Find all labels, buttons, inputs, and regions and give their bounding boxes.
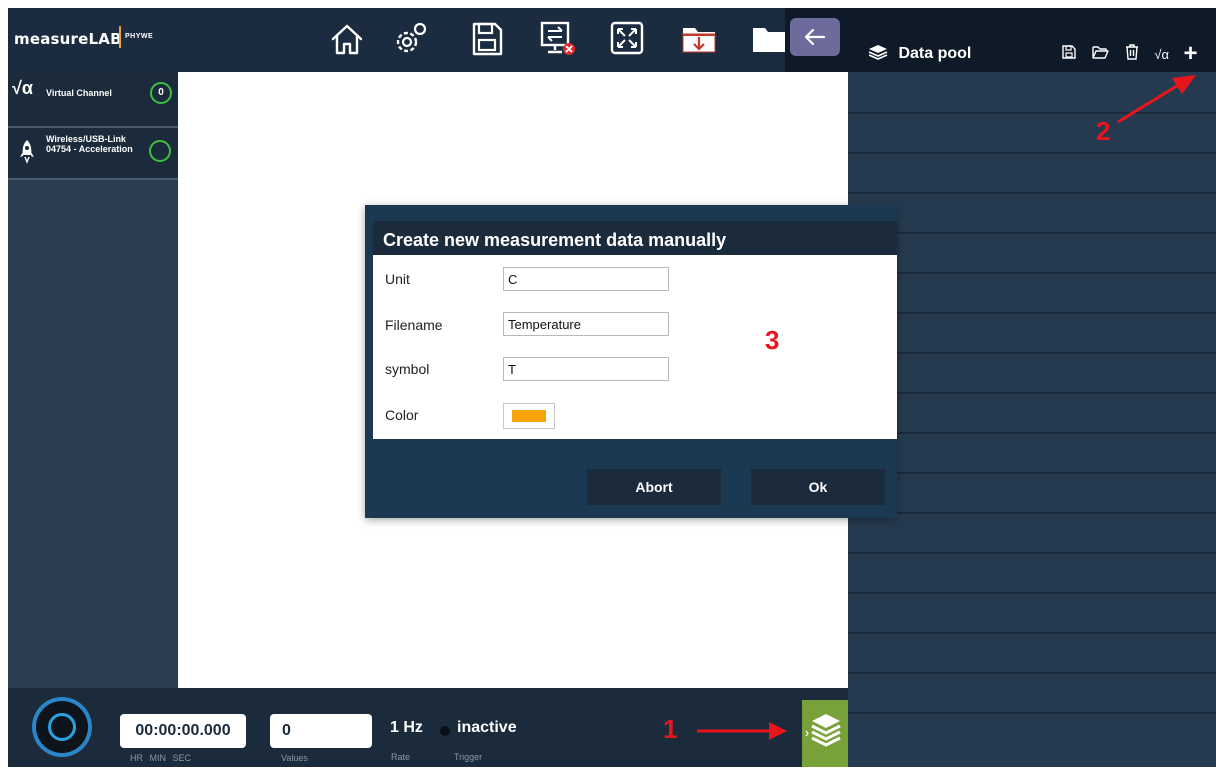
layers-icon	[868, 45, 888, 60]
create-data-dialog: Create new measurement data manually Uni…	[365, 205, 897, 518]
home-icon[interactable]	[326, 18, 368, 60]
data-pool-toggle-button[interactable]	[802, 700, 848, 767]
rate-value[interactable]: 1 Hz	[390, 719, 423, 737]
fullscreen-icon[interactable]	[606, 18, 648, 60]
virtual-channel-button[interactable]: √α	[1154, 47, 1169, 62]
color-swatch-fill	[512, 410, 546, 422]
unit-label: Unit	[385, 271, 410, 287]
annotation-arrow-1	[697, 722, 787, 740]
trigger-label: Trigger	[454, 752, 483, 762]
app-logo: measureLAB	[14, 30, 122, 48]
disconnect-icon[interactable]	[536, 18, 578, 60]
annotation-arrow-2	[1117, 75, 1196, 124]
values-count-display: 0	[270, 714, 372, 748]
dialog-form: Unit Filename symbol Color 3	[373, 255, 897, 439]
record-icon	[48, 713, 76, 741]
data-pool-list[interactable]	[848, 72, 1216, 767]
timer-display: 00:00:00.000	[120, 714, 246, 748]
color-picker[interactable]	[503, 403, 555, 429]
symbol-input[interactable]	[503, 357, 669, 381]
channel-count-badge: 0	[150, 82, 172, 104]
color-label: Color	[385, 407, 419, 423]
rocket-icon	[18, 138, 36, 169]
import-folder-icon[interactable]	[678, 18, 720, 60]
channel-status-ring	[149, 140, 171, 162]
annotation-number-2: 2	[1096, 116, 1111, 146]
trigger-status-dot	[440, 726, 450, 736]
channel-label: Virtual Channel	[46, 88, 112, 98]
symbol-label: symbol	[385, 361, 430, 377]
annotation-number-1: 1	[663, 714, 678, 744]
brand-logo: PHYWE	[125, 33, 154, 40]
channel-virtual[interactable]: √α Virtual Channel 0	[8, 72, 178, 128]
filename-label: Filename	[385, 317, 443, 333]
timer-units-label: HR MIN SEC	[130, 753, 192, 763]
annotation-number-3: 3	[765, 325, 780, 355]
layers-icon	[805, 714, 841, 747]
open-folder-icon[interactable]	[1091, 44, 1110, 65]
settings-icon[interactable]	[389, 18, 431, 60]
values-label: Values	[281, 753, 308, 763]
logo-separator	[119, 26, 121, 48]
data-pool-title: Data pool	[898, 45, 972, 62]
save-icon[interactable]	[466, 18, 508, 60]
back-button[interactable]	[790, 18, 840, 56]
sqrt-alpha-icon: √α	[12, 78, 33, 98]
ok-button[interactable]: Ok	[751, 469, 885, 505]
channel-label: Wireless/USB-Link 04754 - Acceleration	[46, 134, 133, 154]
filename-input[interactable]	[503, 312, 669, 336]
save-icon[interactable]	[1061, 44, 1077, 65]
add-data-button[interactable]: +	[1183, 42, 1197, 66]
rate-label: Rate	[391, 752, 411, 762]
data-pool-title-group: Data pool	[868, 44, 971, 63]
open-folder-icon[interactable]	[748, 18, 790, 60]
abort-button[interactable]: Abort	[587, 469, 721, 505]
trash-icon[interactable]	[1124, 43, 1140, 65]
trigger-status[interactable]: inactive	[457, 719, 517, 737]
data-pool-actions: √α +	[1061, 42, 1207, 66]
dialog-title: Create new measurement data manually	[373, 221, 897, 255]
unit-input[interactable]	[503, 267, 669, 291]
arrow-left-icon	[804, 28, 826, 46]
channel-acceleration[interactable]: Wireless/USB-Link 04754 - Acceleration	[8, 128, 178, 180]
